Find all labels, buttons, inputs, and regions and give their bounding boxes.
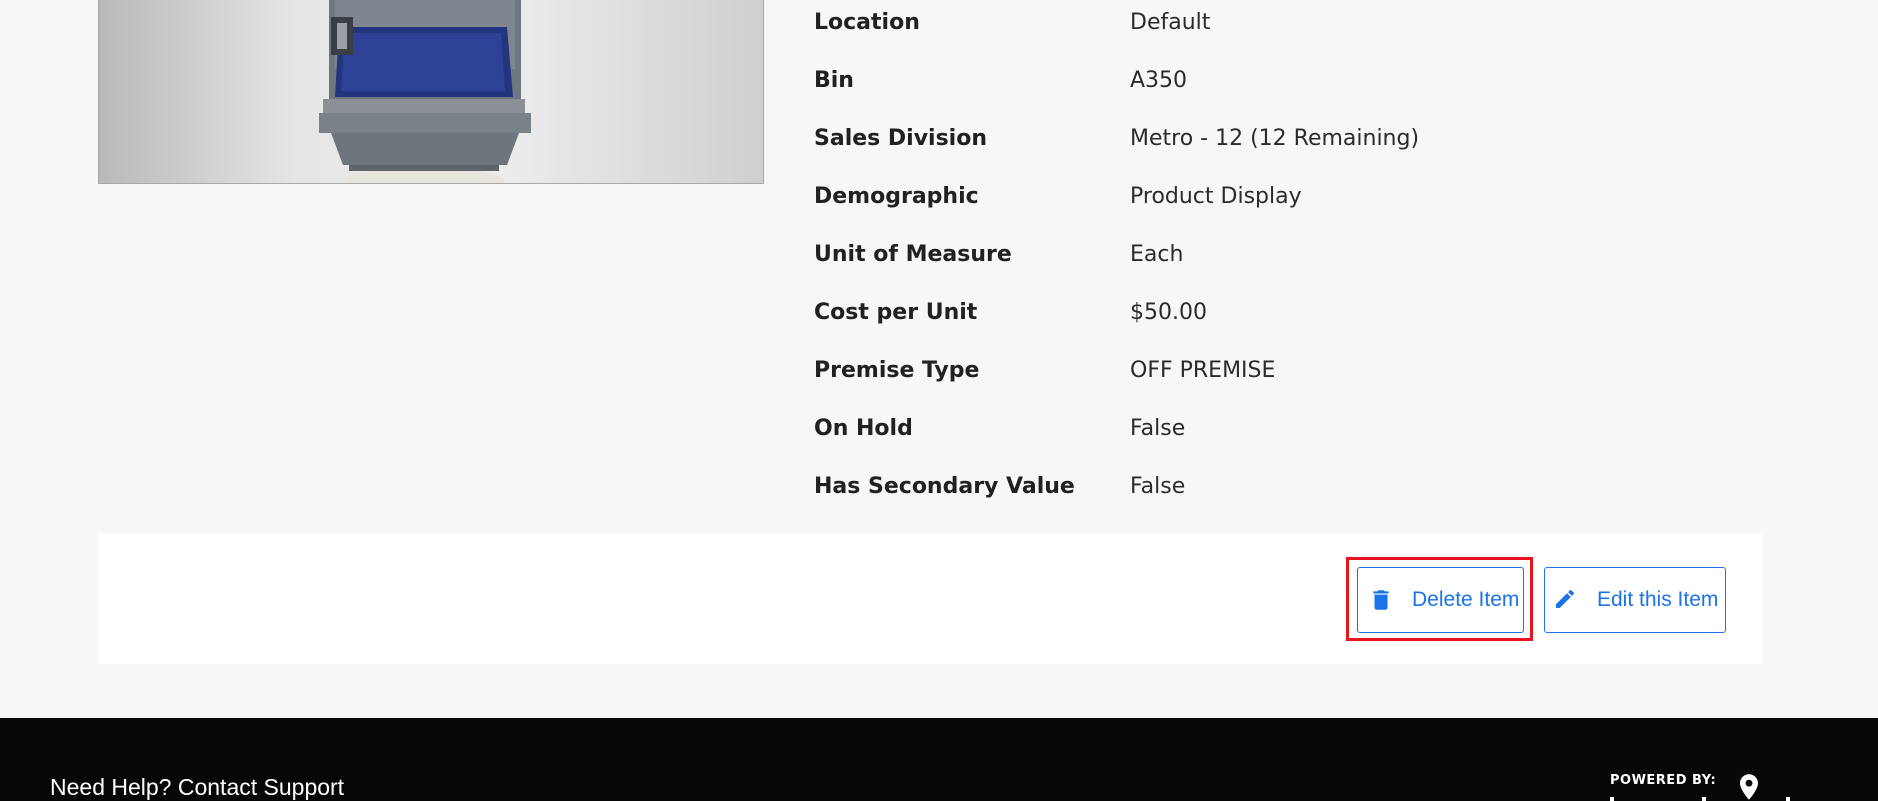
detail-label: Has Secondary Value: [814, 473, 1075, 499]
detail-value: OFF PREMISE: [1130, 357, 1276, 383]
edit-item-button[interactable]: Edit this Item: [1544, 567, 1726, 633]
detail-label: Bin: [814, 67, 854, 93]
detail-row-location: Location Default: [814, 2, 1514, 42]
detail-label: Premise Type: [814, 357, 980, 383]
footer: Need Help? Contact Support POWERED BY:: [0, 718, 1878, 801]
detail-value: False: [1130, 415, 1186, 441]
detail-row-bin: Bin A350: [814, 60, 1514, 100]
detail-row-cost-per-unit: Cost per Unit $50.00: [814, 292, 1514, 332]
detail-label: Demographic: [814, 183, 979, 209]
detail-row-has-secondary-value: Has Secondary Value False: [814, 466, 1514, 506]
contact-support-link[interactable]: Need Help? Contact Support: [50, 774, 344, 801]
detail-label: Location: [814, 9, 920, 35]
detail-label: Cost per Unit: [814, 299, 978, 325]
detail-row-demographic: Demographic Product Display: [814, 176, 1514, 216]
detail-row-on-hold: On Hold False: [814, 408, 1514, 448]
detail-value: $50.00: [1130, 299, 1207, 325]
detail-label: Unit of Measure: [814, 241, 1012, 267]
detail-value: Metro - 12 (12 Remaining): [1130, 125, 1420, 151]
detail-label: On Hold: [814, 415, 913, 441]
detail-value: A350: [1130, 67, 1188, 93]
detail-label: Sales Division: [814, 125, 988, 151]
detail-value: False: [1130, 473, 1186, 499]
edit-item-label: Edit this Item: [1597, 588, 1719, 611]
product-photo: [99, 0, 763, 183]
trash-icon: [1368, 587, 1394, 613]
detail-value: Product Display: [1130, 183, 1302, 209]
detail-row-unit-of-measure: Unit of Measure Each: [814, 234, 1514, 274]
product-image: [98, 0, 764, 184]
brand-logo-icon: [1610, 797, 1790, 801]
detail-value: Each: [1130, 241, 1184, 267]
detail-value: Default: [1130, 9, 1211, 35]
detail-row-sales-division: Sales Division Metro - 12 (12 Remaining): [814, 118, 1514, 158]
delete-item-label: Delete Item: [1412, 588, 1520, 611]
delete-item-button[interactable]: Delete Item: [1357, 567, 1524, 633]
detail-row-premise-type: Premise Type OFF PREMISE: [814, 350, 1514, 390]
powered-by-label: POWERED BY:: [1610, 773, 1717, 788]
pencil-icon: [1553, 587, 1579, 613]
